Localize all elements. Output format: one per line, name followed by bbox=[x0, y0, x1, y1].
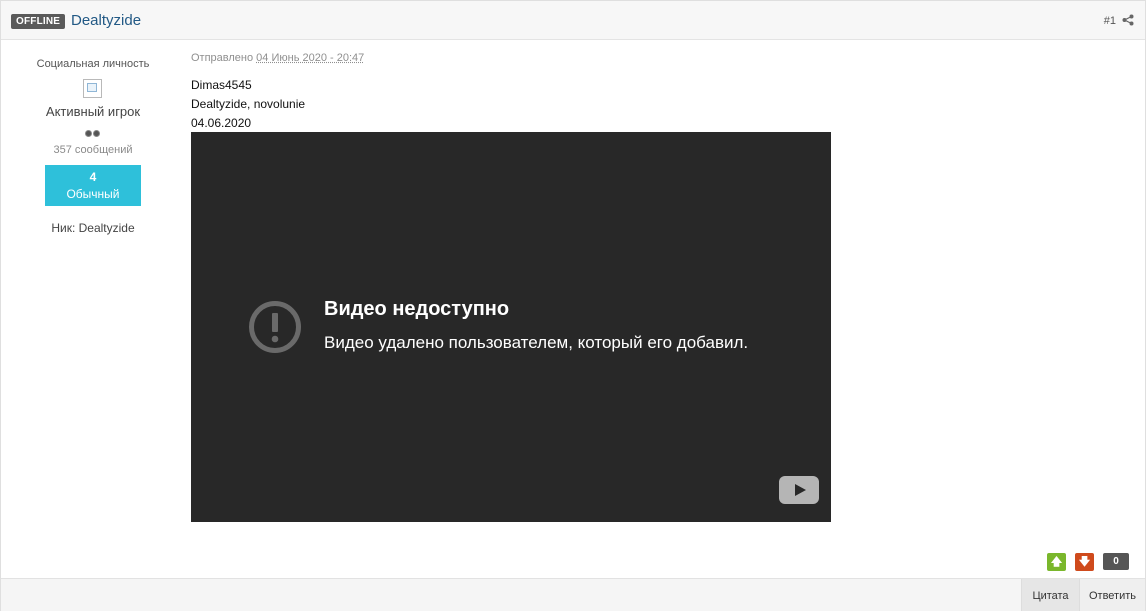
rank-pips bbox=[85, 126, 101, 137]
posted-line: Отправлено 04 Июнь 2020 - 20:47 bbox=[191, 52, 364, 64]
post-line: Dimas4545 bbox=[191, 78, 252, 92]
author-name-link[interactable]: Dealtyzide bbox=[71, 12, 141, 29]
author-title: Социальная личность bbox=[36, 58, 150, 70]
share-icon[interactable] bbox=[1122, 14, 1134, 26]
rank-pip bbox=[93, 130, 100, 137]
video-embed[interactable]: Видео недоступно Видео удалено пользоват… bbox=[191, 132, 831, 522]
post-line: Dealtyzide, novolunie bbox=[191, 97, 306, 111]
post-line: 04.06.2020 bbox=[191, 116, 252, 130]
rep-up-button[interactable]: 🡅 bbox=[1047, 553, 1066, 571]
reputation-label: Обычный bbox=[66, 187, 120, 201]
video-error-title: Видео недоступно bbox=[324, 298, 510, 320]
reputation-value: 4 bbox=[89, 170, 97, 184]
quote-button[interactable]: Цитата bbox=[1021, 579, 1079, 611]
post-number-link[interactable]: #1 bbox=[1104, 15, 1116, 27]
post-header: OFFLINE Dealtyzide #1 bbox=[1, 1, 1145, 40]
youtube-play-icon[interactable] bbox=[779, 476, 819, 504]
reply-button[interactable]: Ответить bbox=[1079, 579, 1145, 611]
post-footer: Цитата Ответить bbox=[1, 578, 1145, 611]
status-badge: OFFLINE bbox=[11, 14, 66, 29]
exclamation-circle-icon bbox=[249, 301, 301, 353]
author-nick: Ник: Dealtyzide bbox=[51, 221, 135, 235]
rep-down-button[interactable]: 🡇 bbox=[1075, 553, 1094, 571]
post-body: Dimas4545 Dealtyzide, novolunie 04.06.20… bbox=[191, 76, 305, 133]
posted-date: 04 Июнь 2020 - 20:47 bbox=[256, 52, 365, 64]
member-group: Активный игрок bbox=[45, 104, 141, 119]
forum-post: OFFLINE Dealtyzide #1 Социальная личност… bbox=[0, 0, 1146, 611]
posted-label: Отправлено bbox=[191, 52, 254, 64]
reputation-count: 0 bbox=[1103, 553, 1129, 570]
video-error-description: Видео удалено пользователем, который его… bbox=[324, 333, 749, 352]
post-count: 357 сообщений bbox=[53, 144, 133, 156]
broken-image-icon bbox=[83, 79, 102, 98]
reputation-box[interactable]: 4 Обычный bbox=[45, 165, 141, 206]
rank-pip bbox=[85, 130, 92, 137]
